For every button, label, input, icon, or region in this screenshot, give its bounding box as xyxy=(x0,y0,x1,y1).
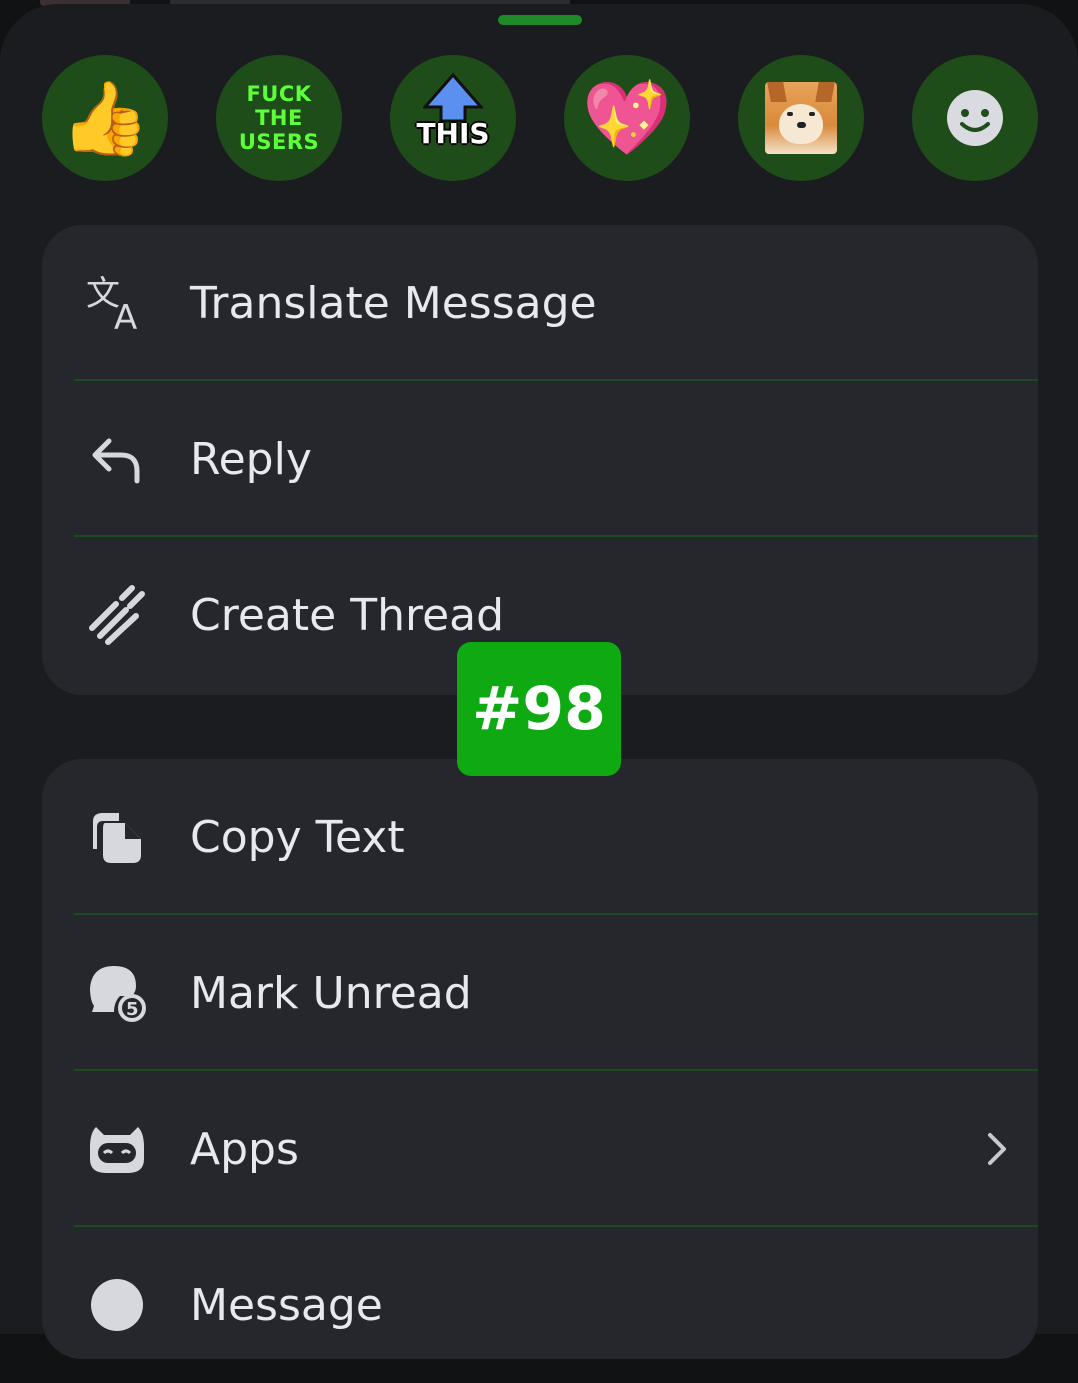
menu-item-copy-text[interactable]: Copy Text xyxy=(42,759,1038,915)
mark-unread-label: Mark Unread xyxy=(190,967,472,1019)
reaction-fuck-the-users-sticker[interactable]: FUCK THE USERS xyxy=(216,55,342,181)
mark-unread-icon: 5 xyxy=(86,962,148,1024)
overlay-number-badge: #98 xyxy=(457,642,621,776)
actions-card-secondary: Copy Text 5 Mark Unread Apps Message xyxy=(42,759,1038,1359)
reply-icon xyxy=(86,428,148,490)
menu-item-mark-unread[interactable]: 5 Mark Unread xyxy=(42,915,1038,1071)
thread-icon xyxy=(86,584,148,646)
reaction-sparkling-heart[interactable]: 💖 xyxy=(564,55,690,181)
create-thread-label: Create Thread xyxy=(190,589,505,641)
apps-icon xyxy=(86,1118,148,1180)
message-icon xyxy=(86,1274,148,1336)
quick-reactions-bar: 👍 FUCK THE USERS THIS 💖 xyxy=(42,55,1038,181)
copy-text-label: Copy Text xyxy=(190,811,405,863)
menu-item-message[interactable]: Message xyxy=(42,1227,1038,1383)
menu-item-translate-message[interactable]: 文 A Translate Message xyxy=(42,225,1038,381)
reaction-doge[interactable] xyxy=(738,55,864,181)
svg-text:5: 5 xyxy=(126,999,139,1020)
translate-icon: 文 A xyxy=(86,272,148,334)
message-label: Message xyxy=(190,1279,383,1331)
chevron-right-icon xyxy=(986,1131,1008,1171)
drag-handle[interactable] xyxy=(498,15,582,25)
thumbs-up-icon: 👍 xyxy=(60,76,150,160)
copy-icon xyxy=(86,806,148,868)
svg-text:A: A xyxy=(114,298,137,331)
doge-icon xyxy=(765,82,837,154)
fuck-the-users-sticker-icon: FUCK THE USERS xyxy=(238,82,320,154)
reply-label: Reply xyxy=(190,433,312,485)
this-arrow-icon: THIS xyxy=(403,73,503,163)
menu-item-reply[interactable]: Reply xyxy=(42,381,1038,537)
reaction-this-sticker[interactable]: THIS xyxy=(390,55,516,181)
actions-card-primary: 文 A Translate Message Reply Create Threa… xyxy=(42,225,1038,695)
reaction-thumbs-up[interactable]: 👍 xyxy=(42,55,168,181)
add-reaction-button[interactable] xyxy=(912,55,1038,181)
smiley-icon xyxy=(947,90,1003,146)
sparkling-heart-icon: 💖 xyxy=(582,76,672,160)
apps-label: Apps xyxy=(190,1123,299,1175)
menu-item-apps[interactable]: Apps xyxy=(42,1071,1038,1227)
translate-message-label: Translate Message xyxy=(190,277,597,329)
